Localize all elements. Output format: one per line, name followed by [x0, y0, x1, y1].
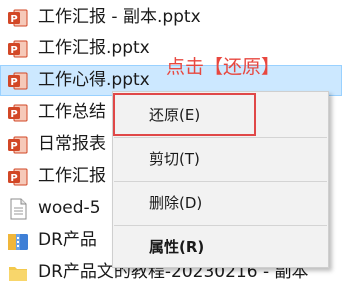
- folder-icon: [7, 262, 29, 284]
- document-icon: [7, 198, 29, 220]
- powerpoint-icon: P: [7, 38, 29, 60]
- file-name: 工作汇报 - 副本.pptx: [38, 7, 201, 27]
- menu-separator: [114, 225, 327, 226]
- annotation-text: 点击【还原】: [166, 56, 281, 78]
- powerpoint-icon: P: [7, 134, 29, 156]
- svg-text:P: P: [10, 173, 17, 184]
- cut-menu-item[interactable]: 剪切(T): [149, 149, 200, 169]
- delete-menu-item[interactable]: 删除(D): [149, 193, 202, 213]
- highlight-box: [113, 93, 256, 136]
- menu-separator: [114, 137, 327, 138]
- svg-text:P: P: [10, 109, 17, 120]
- file-row[interactable]: P 工作汇报 - 副本.pptx: [0, 2, 342, 33]
- powerpoint-icon: P: [7, 102, 29, 124]
- file-name: 工作总结: [38, 102, 106, 122]
- file-name: 工作心得.pptx: [38, 70, 150, 90]
- powerpoint-icon: P: [7, 70, 29, 92]
- svg-text:P: P: [10, 77, 17, 88]
- archive-icon: [7, 230, 29, 252]
- file-name: DR产品: [38, 230, 97, 250]
- svg-text:P: P: [10, 45, 17, 56]
- svg-text:P: P: [10, 14, 17, 25]
- powerpoint-icon: P: [7, 7, 29, 29]
- menu-separator: [114, 181, 327, 182]
- file-name: 工作汇报: [38, 166, 106, 186]
- file-name: 日常报表: [38, 134, 106, 154]
- svg-text:P: P: [10, 141, 17, 152]
- powerpoint-icon: P: [7, 166, 29, 188]
- file-name: 工作汇报.pptx: [38, 38, 150, 58]
- properties-menu-item[interactable]: 属性(R): [149, 237, 204, 257]
- file-name: woed-5: [38, 198, 101, 218]
